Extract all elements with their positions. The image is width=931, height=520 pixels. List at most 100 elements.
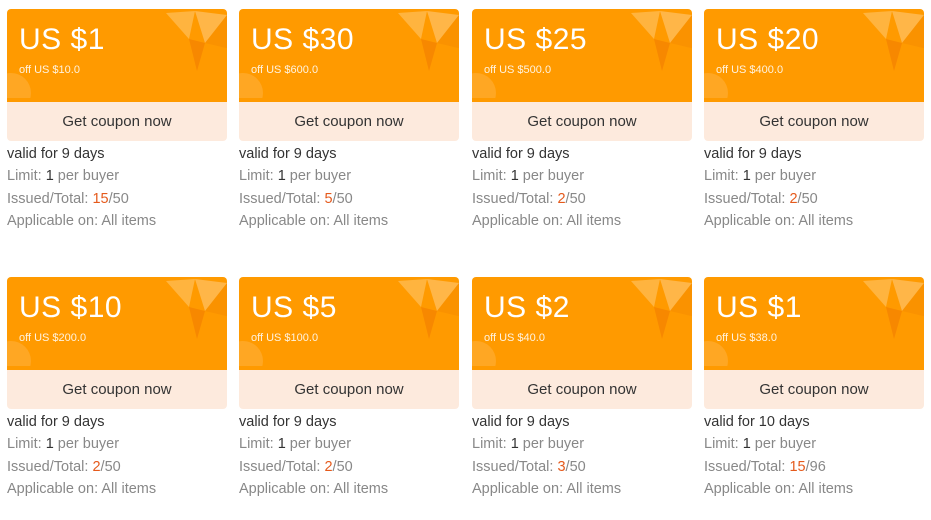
validity-text: valid for 9 days xyxy=(704,146,802,162)
decorative-shape-icon xyxy=(863,279,924,339)
limit-text: Limit: 1 per buyer xyxy=(239,168,352,185)
total-count: 50 xyxy=(801,190,818,207)
issued-total-text: Issued/Total: 2/50 xyxy=(239,458,353,475)
coupon-min-order: off US $200.0 xyxy=(19,332,87,344)
applicable-text: Applicable on: All items xyxy=(239,480,389,497)
coupon-details: valid for 9 days Limit: 1 per buyer Issu… xyxy=(472,143,692,232)
total-count: 96 xyxy=(809,458,826,475)
decorative-shape-icon xyxy=(166,279,227,339)
coupon-card: US $1 off US $38.0 Get coupon now xyxy=(704,277,924,409)
coupon-item: US $5 off US $100.0 Get coupon now valid… xyxy=(239,277,459,500)
issued-total-text: Issued/Total: 3/50 xyxy=(472,458,586,475)
get-coupon-button[interactable]: Get coupon now xyxy=(704,102,924,141)
coupon-item: US $1 off US $38.0 Get coupon now valid … xyxy=(704,277,924,500)
decorative-shape-icon xyxy=(398,11,459,71)
coupon-item: US $1 off US $10.0 Get coupon now valid … xyxy=(7,9,227,232)
issued-total-text: Issued/Total: 15/50 xyxy=(7,190,129,207)
validity-text: valid for 9 days xyxy=(472,146,570,162)
coupon-details: valid for 9 days Limit: 1 per buyer Issu… xyxy=(472,411,692,500)
limit-text: Limit: 1 per buyer xyxy=(239,436,352,453)
issued-total-text: Issued/Total: 5/50 xyxy=(239,190,353,207)
applicable-text: Applicable on: All items xyxy=(7,212,157,229)
decorative-shape-icon xyxy=(398,279,459,339)
coupon-min-order: off US $40.0 xyxy=(484,332,545,344)
coupon-item: US $20 off US $400.0 Get coupon now vali… xyxy=(704,9,924,232)
coupon-card: US $2 off US $40.0 Get coupon now xyxy=(472,277,692,409)
issued-total-text: Issued/Total: 2/50 xyxy=(7,458,121,475)
validity-text: valid for 9 days xyxy=(7,414,105,430)
coupon-details: valid for 9 days Limit: 1 per buyer Issu… xyxy=(7,411,227,500)
coupon-item: US $30 off US $600.0 Get coupon now vali… xyxy=(239,9,459,232)
coupon-amount: US $20 xyxy=(716,23,820,56)
coupon-item: US $10 off US $200.0 Get coupon now vali… xyxy=(7,277,227,500)
coupon-amount: US $2 xyxy=(484,291,570,324)
issued-count: 2 xyxy=(92,458,101,475)
coupon-min-order: off US $600.0 xyxy=(251,64,319,76)
total-count: 50 xyxy=(112,190,129,207)
coupon-details: valid for 9 days Limit: 1 per buyer Issu… xyxy=(239,143,459,232)
get-coupon-button[interactable]: Get coupon now xyxy=(7,370,227,409)
issued-count: 15 xyxy=(92,190,109,207)
coupon-min-order: off US $100.0 xyxy=(251,332,319,344)
validity-text: valid for 9 days xyxy=(239,414,337,430)
get-coupon-button[interactable]: Get coupon now xyxy=(472,102,692,141)
applicable-text: Applicable on: All items xyxy=(704,480,854,497)
coupon-amount: US $5 xyxy=(251,291,337,324)
issued-count: 15 xyxy=(789,458,806,475)
coupon-amount: US $1 xyxy=(19,23,105,56)
coupon-header: US $25 off US $500.0 xyxy=(472,9,692,102)
limit-text: Limit: 1 per buyer xyxy=(472,168,585,185)
total-count: 50 xyxy=(336,190,353,207)
applicable-text: Applicable on: All items xyxy=(472,480,622,497)
issued-total-text: Issued/Total: 15/96 xyxy=(704,458,826,475)
validity-text: valid for 9 days xyxy=(472,414,570,430)
coupon-min-order: off US $38.0 xyxy=(716,332,777,344)
coupon-amount: US $1 xyxy=(716,291,802,324)
coupon-header: US $2 off US $40.0 xyxy=(472,277,692,370)
issued-count: 2 xyxy=(557,190,566,207)
get-coupon-button[interactable]: Get coupon now xyxy=(704,370,924,409)
applicable-text: Applicable on: All items xyxy=(7,480,157,497)
coupon-header: US $10 off US $200.0 xyxy=(7,277,227,370)
total-count: 50 xyxy=(569,458,586,475)
get-coupon-button[interactable]: Get coupon now xyxy=(239,370,459,409)
coupon-details: valid for 9 days Limit: 1 per buyer Issu… xyxy=(704,143,924,232)
total-count: 50 xyxy=(104,458,121,475)
coupon-card: US $5 off US $100.0 Get coupon now xyxy=(239,277,459,409)
validity-text: valid for 9 days xyxy=(7,146,105,162)
issued-count: 2 xyxy=(324,458,333,475)
applicable-text: Applicable on: All items xyxy=(472,212,622,229)
issued-count: 2 xyxy=(789,190,798,207)
decorative-shape-icon xyxy=(631,11,692,71)
coupon-grid: US $1 off US $10.0 Get coupon now valid … xyxy=(0,0,931,520)
issued-count: 3 xyxy=(557,458,566,475)
coupon-card: US $20 off US $400.0 Get coupon now xyxy=(704,9,924,141)
decorative-shape-icon xyxy=(166,11,227,71)
coupon-header: US $1 off US $38.0 xyxy=(704,277,924,370)
coupon-details: valid for 10 days Limit: 1 per buyer Iss… xyxy=(704,411,924,500)
coupon-header: US $5 off US $100.0 xyxy=(239,277,459,370)
issued-total-text: Issued/Total: 2/50 xyxy=(704,190,818,207)
coupon-header: US $1 off US $10.0 xyxy=(7,9,227,102)
coupon-details: valid for 9 days Limit: 1 per buyer Issu… xyxy=(7,143,227,232)
issued-count: 5 xyxy=(324,190,333,207)
coupon-amount: US $25 xyxy=(484,23,588,56)
coupon-card: US $30 off US $600.0 Get coupon now xyxy=(239,9,459,141)
validity-text: valid for 9 days xyxy=(239,146,337,162)
decorative-shape-icon xyxy=(863,11,924,71)
coupon-min-order: off US $500.0 xyxy=(484,64,552,76)
limit-text: Limit: 1 per buyer xyxy=(704,168,817,185)
coupon-card: US $10 off US $200.0 Get coupon now xyxy=(7,277,227,409)
get-coupon-button[interactable]: Get coupon now xyxy=(472,370,692,409)
coupon-header: US $30 off US $600.0 xyxy=(239,9,459,102)
total-count: 50 xyxy=(336,458,353,475)
total-count: 50 xyxy=(569,190,586,207)
limit-text: Limit: 1 per buyer xyxy=(704,436,817,453)
validity-text: valid for 10 days xyxy=(704,414,810,430)
get-coupon-button[interactable]: Get coupon now xyxy=(239,102,459,141)
coupon-min-order: off US $400.0 xyxy=(716,64,784,76)
coupon-min-order: off US $10.0 xyxy=(19,64,80,76)
coupon-card: US $1 off US $10.0 Get coupon now xyxy=(7,9,227,141)
coupon-header: US $20 off US $400.0 xyxy=(704,9,924,102)
get-coupon-button[interactable]: Get coupon now xyxy=(7,102,227,141)
